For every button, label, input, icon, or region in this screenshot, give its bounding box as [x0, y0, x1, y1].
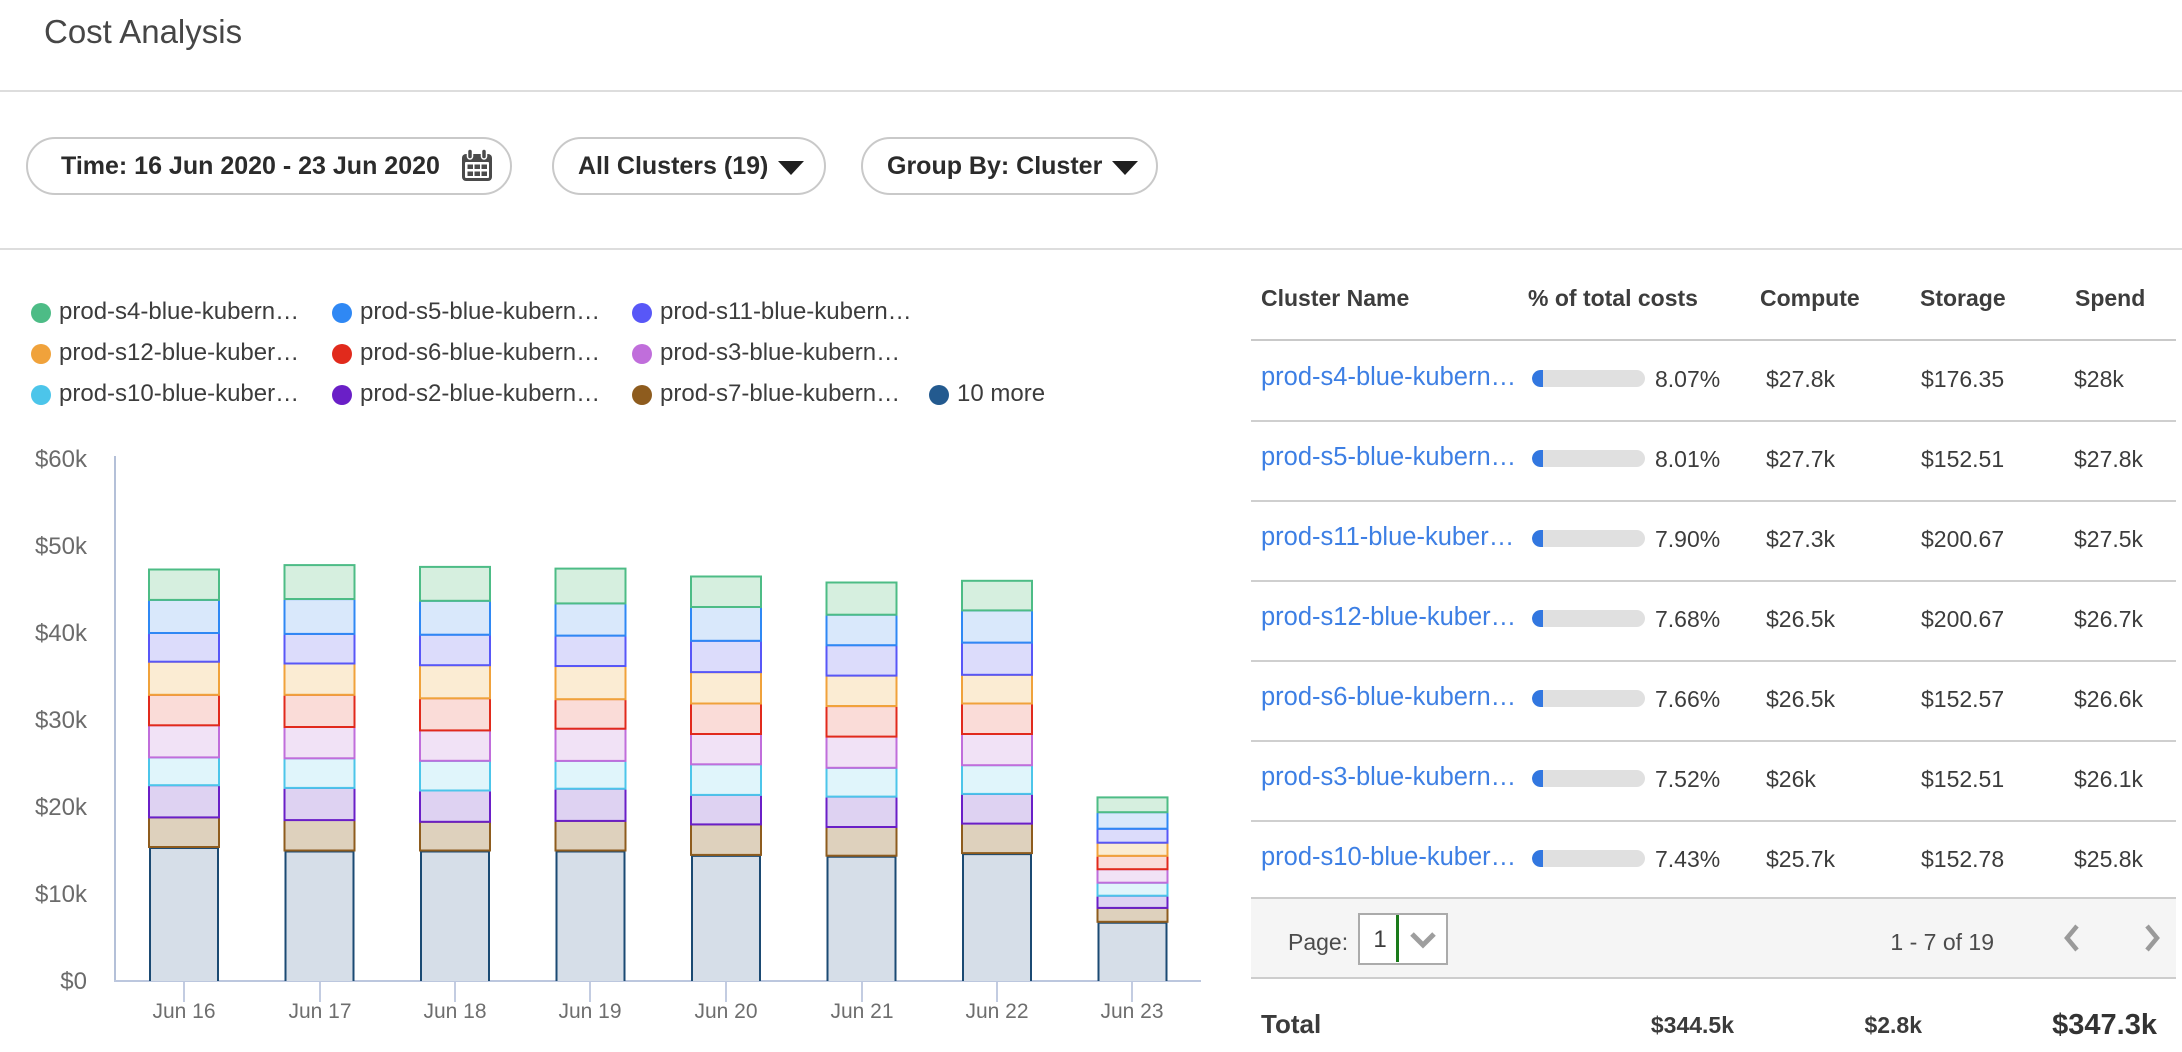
svg-text:$10k: $10k [35, 881, 88, 908]
svg-text:$40k: $40k [35, 620, 88, 647]
svg-text:Jun 19: Jun 19 [558, 1000, 621, 1023]
svg-text:$30k: $30k [35, 707, 88, 734]
svg-text:Jun 17: Jun 17 [288, 1000, 351, 1023]
svg-text:Jun 18: Jun 18 [423, 1000, 486, 1023]
svg-text:$60k: $60k [35, 446, 88, 473]
svg-text:Jun 16: Jun 16 [152, 1000, 215, 1023]
svg-text:Jun 22: Jun 22 [965, 1000, 1028, 1023]
svg-text:$20k: $20k [35, 794, 88, 821]
svg-text:Jun 21: Jun 21 [830, 1000, 893, 1023]
svg-text:Jun 20: Jun 20 [694, 1000, 757, 1023]
svg-text:$0: $0 [60, 968, 87, 995]
svg-text:Jun 23: Jun 23 [1100, 1000, 1163, 1023]
svg-text:$50k: $50k [35, 533, 88, 560]
